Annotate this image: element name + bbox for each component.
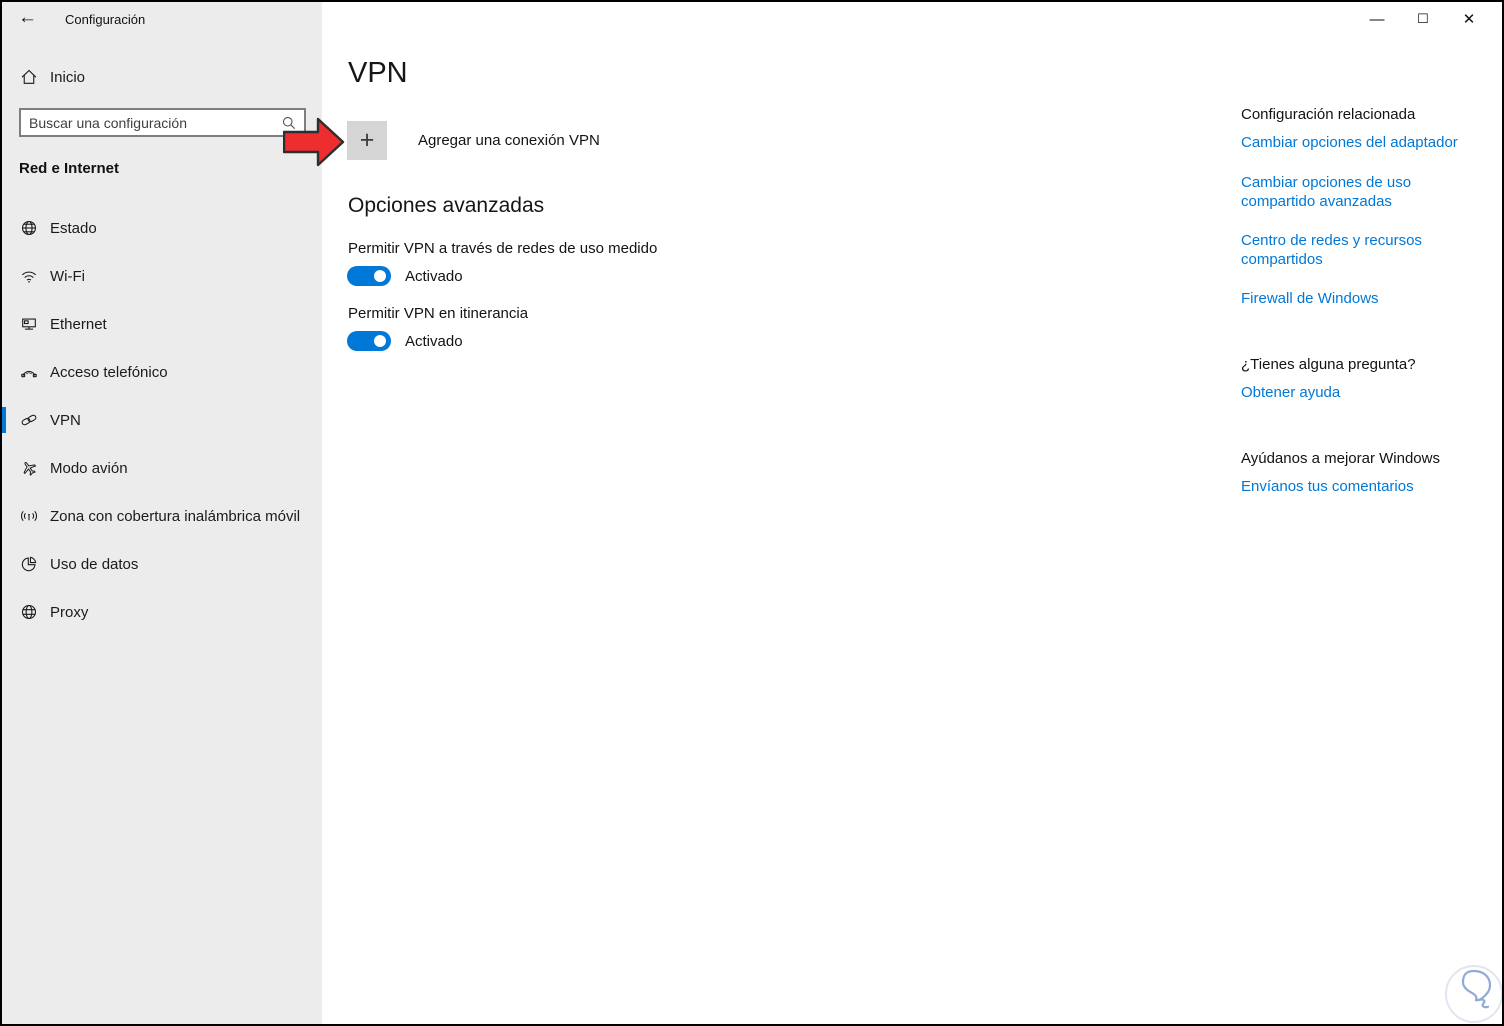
sidebar-item-wifi[interactable]: Wi-Fi xyxy=(2,252,322,300)
feedback-heading: Ayúdanos a mejorar Windows xyxy=(1241,450,1440,467)
lightbulb-watermark-icon xyxy=(1445,965,1502,1023)
sidebar-item-acceso-telefonico[interactable]: Acceso telefónico xyxy=(2,348,322,396)
metered-vpn-toggle[interactable] xyxy=(347,266,391,286)
sidebar-item-label: Zona con cobertura inalámbrica móvil xyxy=(50,507,301,525)
red-arrow-annotation xyxy=(283,117,345,167)
sidebar-item-estado[interactable]: Estado xyxy=(2,204,322,252)
link-windows-firewall[interactable]: Firewall de Windows xyxy=(1241,289,1486,308)
add-vpn-label: Agregar una conexión VPN xyxy=(418,132,600,149)
settings-window: ← Configuración Inicio Red e Internet xyxy=(0,0,1504,1026)
search-input[interactable] xyxy=(21,114,281,131)
sidebar-item-label: Uso de datos xyxy=(50,555,139,573)
toggle-state-label: Activado xyxy=(405,267,463,285)
sidebar-item-label: Wi-Fi xyxy=(50,267,85,285)
roaming-vpn-toggle[interactable] xyxy=(347,331,391,351)
link-adapter-options[interactable]: Cambiar opciones del adaptador xyxy=(1241,133,1486,152)
sidebar-item-uso-de-datos[interactable]: Uso de datos xyxy=(2,540,322,588)
data-usage-pie-icon xyxy=(20,555,38,573)
page-title: VPN xyxy=(348,57,408,89)
setting-label-roaming-vpn: Permitir VPN en itinerancia xyxy=(348,305,529,322)
toggle-row-metered-vpn: Activado xyxy=(347,266,463,286)
add-vpn-connection[interactable]: + Agregar una conexión VPN xyxy=(347,121,600,160)
sidebar-item-modo-avion[interactable]: Modo avión xyxy=(2,444,322,492)
toggle-state-label: Activado xyxy=(405,332,463,350)
sidebar: ← Configuración Inicio Red e Internet xyxy=(2,2,322,1024)
proxy-globe-icon xyxy=(20,603,38,621)
ethernet-icon xyxy=(20,315,38,333)
sidebar-item-label: Acceso telefónico xyxy=(50,363,168,381)
mobile-hotspot-icon xyxy=(20,507,38,525)
sidebar-nav: Estado Wi-Fi Ethernet Acceso telefónico … xyxy=(2,204,322,636)
vpn-chain-icon xyxy=(20,411,38,429)
close-button[interactable]: ✕ xyxy=(1446,6,1492,32)
selected-indicator xyxy=(2,407,6,433)
sidebar-section-title: Red e Internet xyxy=(19,160,120,177)
sidebar-item-ethernet[interactable]: Ethernet xyxy=(2,300,322,348)
sidebar-item-proxy[interactable]: Proxy xyxy=(2,588,322,636)
link-advanced-sharing-options[interactable]: Cambiar opciones de uso compartido avanz… xyxy=(1241,173,1486,211)
link-get-help[interactable]: Obtener ayuda xyxy=(1241,383,1486,402)
advanced-options-heading: Opciones avanzadas xyxy=(348,194,545,217)
search-box xyxy=(19,108,306,137)
airplane-icon xyxy=(20,459,38,477)
sidebar-item-label: Modo avión xyxy=(50,459,128,477)
setting-label-metered-vpn: Permitir VPN a través de redes de uso me… xyxy=(348,240,658,257)
sidebar-item-label: Inicio xyxy=(50,68,86,86)
sidebar-item-label: Proxy xyxy=(50,603,89,621)
question-heading: ¿Tienes alguna pregunta? xyxy=(1241,356,1416,373)
minimize-button[interactable]: — xyxy=(1354,6,1400,32)
window-controls: — ☐ ✕ xyxy=(1354,6,1492,32)
sidebar-item-zona-movil[interactable]: Zona con cobertura inalámbrica móvil xyxy=(2,492,322,540)
plus-icon[interactable]: + xyxy=(347,121,387,160)
app-title: Configuración xyxy=(65,12,146,27)
back-button[interactable]: ← xyxy=(18,7,37,29)
sidebar-item-vpn[interactable]: VPN xyxy=(2,396,322,444)
sidebar-item-label: Ethernet xyxy=(50,315,107,333)
toggle-row-roaming-vpn: Activado xyxy=(347,331,463,351)
sidebar-item-label: VPN xyxy=(50,411,81,429)
link-send-feedback[interactable]: Envíanos tus comentarios xyxy=(1241,477,1486,496)
maximize-button[interactable]: ☐ xyxy=(1400,6,1446,32)
wifi-icon xyxy=(20,267,38,285)
related-settings-heading: Configuración relacionada xyxy=(1241,106,1416,123)
link-network-sharing-center[interactable]: Centro de redes y recursos compartidos xyxy=(1241,231,1486,269)
sidebar-item-label: Estado xyxy=(50,219,97,237)
sidebar-item-home[interactable]: Inicio xyxy=(2,58,322,96)
network-globe-icon xyxy=(20,219,38,237)
home-icon xyxy=(20,68,38,86)
dialup-phone-icon xyxy=(20,363,38,381)
